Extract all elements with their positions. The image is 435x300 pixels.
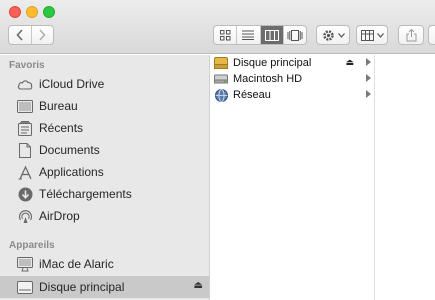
hard-drive-icon <box>214 72 228 86</box>
close-window-button[interactable] <box>9 6 21 18</box>
sidebar-item-label: AirDrop <box>39 209 80 223</box>
sidebar-item-documents[interactable]: Documents <box>0 139 209 161</box>
chevron-left-icon <box>16 29 23 41</box>
favorites-section-title: Favoris <box>9 60 45 71</box>
column-item-disque-principal[interactable]: Disque principal ⏏ <box>211 55 375 71</box>
minimize-window-button[interactable] <box>26 6 38 18</box>
sidebar-item-recents[interactable]: Récents <box>0 117 209 139</box>
list-view-button[interactable] <box>236 26 259 44</box>
eject-icon[interactable]: ⏏ <box>345 57 354 68</box>
sidebar-item-label: Documents <box>39 143 100 157</box>
sidebar-item-imac[interactable]: iMac de Alaric <box>0 253 209 275</box>
disk-icon <box>214 56 228 70</box>
sidebar-item-applications[interactable]: Applications <box>0 161 209 183</box>
applications-icon <box>17 164 33 180</box>
devices-section-title: Appareils <box>9 240 55 251</box>
navigation-buttons <box>8 25 54 45</box>
airdrop-icon <box>17 208 33 224</box>
column-item-label: Réseau <box>233 89 271 101</box>
disclosure-arrow-icon <box>366 74 371 82</box>
recents-icon <box>17 120 33 136</box>
sidebar-item-label: Bureau <box>39 99 78 113</box>
window-toolbar <box>0 0 435 54</box>
sidebar-item-label: Applications <box>39 165 104 179</box>
sidebar-item-telechargements[interactable]: Téléchargements <box>0 183 209 205</box>
icon-view-button[interactable] <box>214 26 236 44</box>
column-view-button[interactable] <box>259 26 283 44</box>
view-mode-selector <box>213 25 307 45</box>
document-icon <box>17 142 33 158</box>
zoom-window-button[interactable] <box>43 6 55 18</box>
icon-view-icon <box>219 29 231 40</box>
column-view-icon <box>264 29 279 41</box>
chevron-down-icon <box>337 32 345 38</box>
network-globe-icon <box>214 88 228 102</box>
column-item-reseau[interactable]: Réseau <box>211 87 375 103</box>
chevron-right-icon <box>39 29 46 41</box>
column-item-label: Disque principal <box>233 57 312 69</box>
browser-column: Disque principal ⏏ Macintosh HD Réseau <box>211 55 375 300</box>
disk-icon <box>17 279 33 295</box>
browser-column-empty <box>376 55 435 300</box>
sidebar-item-label: Récents <box>39 121 84 135</box>
forward-button[interactable] <box>30 26 54 44</box>
column-item-macintosh-hd[interactable]: Macintosh HD <box>211 71 375 87</box>
toolbar-overflow-edge <box>428 25 435 45</box>
sidebar-item-icloud-drive[interactable]: iCloud Drive <box>0 73 209 95</box>
disclosure-arrow-icon <box>366 90 371 98</box>
coverflow-view-button[interactable] <box>282 26 306 44</box>
column-item-label: Macintosh HD <box>233 73 303 85</box>
sidebar-item-disque-principal[interactable]: Disque principal ⏏ <box>0 276 209 298</box>
chevron-down-icon <box>376 32 384 38</box>
coverflow-view-icon <box>287 29 303 41</box>
back-button[interactable] <box>9 26 31 44</box>
desktop-icon <box>17 98 33 114</box>
eject-icon[interactable]: ⏏ <box>194 280 203 291</box>
sidebar-item-label: Disque principal <box>39 280 125 294</box>
imac-icon <box>17 256 33 272</box>
sidebar-item-label: iMac de Alaric <box>39 257 114 271</box>
download-icon <box>17 186 33 202</box>
gear-icon <box>322 29 334 41</box>
sidebar-item-label: Téléchargements <box>39 187 132 201</box>
sidebar: Favoris iCloud Drive Bureau Récents Docu… <box>0 55 210 300</box>
share-button[interactable] <box>398 25 424 45</box>
action-menu-button[interactable] <box>316 25 350 45</box>
share-icon <box>406 28 416 41</box>
arrange-grid-icon <box>360 29 374 41</box>
cloud-icon <box>17 76 33 92</box>
sidebar-item-bureau[interactable]: Bureau <box>0 95 209 117</box>
arrange-menu-button[interactable] <box>356 25 388 45</box>
sidebar-item-label: iCloud Drive <box>39 77 105 91</box>
list-view-icon <box>242 30 255 40</box>
sidebar-item-airdrop[interactable]: AirDrop <box>0 205 209 227</box>
disclosure-arrow-icon <box>366 58 371 66</box>
